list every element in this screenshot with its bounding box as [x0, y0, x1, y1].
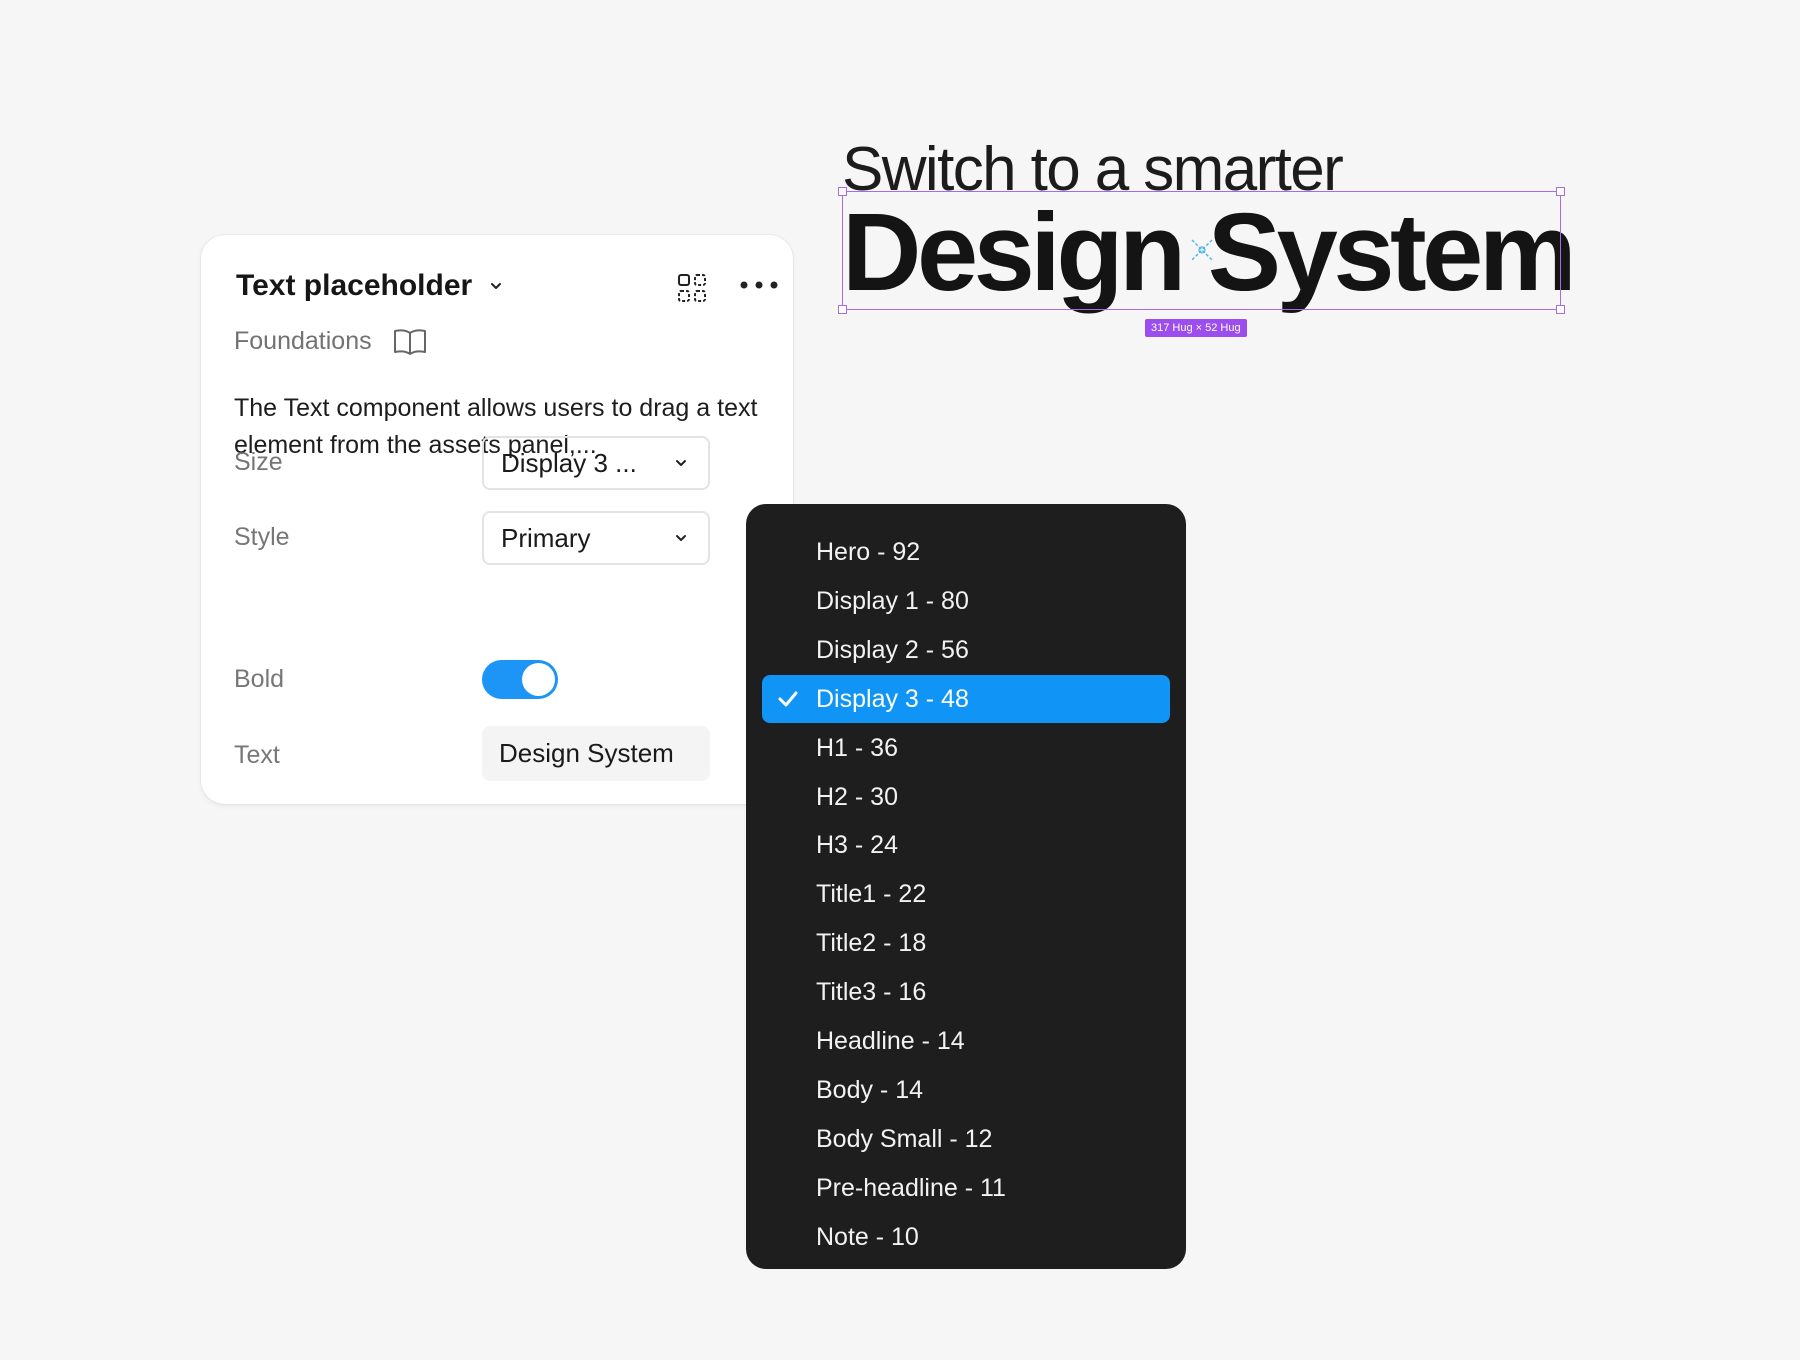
- more-icon[interactable]: [739, 279, 779, 291]
- dropdown-item[interactable]: H2 - 30: [762, 773, 1170, 821]
- book-icon[interactable]: [392, 328, 428, 356]
- dropdown-item[interactable]: Note - 10: [762, 1213, 1170, 1261]
- text-label: Text: [234, 741, 280, 769]
- dropdown-item-label: Pre-headline - 11: [816, 1173, 1006, 1202]
- dropdown-item[interactable]: Display 3 - 48: [762, 674, 1170, 723]
- dropdown-item-label: H1 - 36: [816, 733, 898, 762]
- resize-handle-bottom-left[interactable]: [838, 305, 847, 314]
- toggle-knob: [522, 663, 555, 696]
- qr-code-icon[interactable]: [677, 273, 707, 303]
- resize-handle-top-right[interactable]: [1556, 187, 1565, 196]
- dropdown-item-label: H3 - 24: [816, 831, 898, 860]
- text-input[interactable]: Design System: [482, 726, 710, 781]
- dropdown-item-label: Title2 - 18: [816, 929, 927, 958]
- dropdown-item-label: Hero - 92: [816, 538, 921, 566]
- dropdown-item-label: Display 3 - 48: [816, 684, 969, 713]
- style-select-value: Primary: [501, 522, 591, 553]
- dropdown-item[interactable]: Body - 14: [762, 1066, 1170, 1114]
- dropdown-item[interactable]: H1 - 36: [762, 724, 1170, 772]
- dropdown-item-label: Body Small - 12: [816, 1124, 993, 1153]
- size-label: Size: [234, 448, 283, 476]
- chevron-down-icon: [676, 535, 686, 541]
- properties-panel: Text placeholder Foundations The Text co…: [201, 235, 793, 804]
- dropdown-item-label: Headline - 14: [816, 1027, 965, 1055]
- move-cursor-icon: [1191, 239, 1213, 261]
- dropdown-item[interactable]: Display 1 - 80: [762, 577, 1170, 625]
- size-select-value: Display 3 ...: [501, 447, 637, 478]
- dropdown-item-label: Display 1 - 80: [816, 586, 969, 615]
- size-badge: 317 Hug × 52 Hug: [1145, 319, 1247, 337]
- library-name: Foundations: [234, 327, 428, 356]
- dropdown-item[interactable]: Title2 - 18: [762, 919, 1170, 967]
- dropdown-item-label: Title1 - 22: [816, 880, 927, 909]
- dropdown-item-label: H2 - 30: [816, 782, 898, 811]
- dropdown-item-label: Display 2 - 56: [816, 635, 969, 664]
- style-label: Style: [234, 523, 290, 551]
- library-label: Foundations: [234, 327, 372, 355]
- dropdown-item-label: Note - 10: [816, 1222, 919, 1251]
- dropdown-item[interactable]: Body Small - 12: [762, 1115, 1170, 1163]
- chevron-down-icon[interactable]: [488, 278, 504, 294]
- dropdown-item[interactable]: Hero - 92: [762, 528, 1170, 576]
- dropdown-item[interactable]: Pre-headline - 11: [762, 1164, 1170, 1212]
- resize-handle-bottom-right[interactable]: [1556, 305, 1565, 314]
- dropdown-item-label: Title3 - 16: [816, 978, 927, 1007]
- dropdown-item-label: Body - 14: [816, 1075, 924, 1104]
- size-select[interactable]: Display 3 ...: [482, 436, 710, 490]
- bold-label: Bold: [234, 665, 285, 693]
- chevron-down-icon: [676, 460, 686, 466]
- bold-toggle[interactable]: [482, 660, 558, 699]
- resize-handle-top-left[interactable]: [838, 187, 847, 196]
- size-dropdown-menu: Hero - 92 Display 1 - 80 Display 2 - 56 Dis…: [746, 504, 1186, 1269]
- component-title[interactable]: Text placeholder: [236, 269, 504, 303]
- component-title-label: Text placeholder: [236, 269, 473, 302]
- dropdown-item[interactable]: Title3 - 16: [762, 968, 1170, 1016]
- style-select[interactable]: Primary: [482, 511, 710, 565]
- dropdown-item[interactable]: Display 2 - 56: [762, 626, 1170, 674]
- dropdown-item[interactable]: H3 - 24: [762, 821, 1170, 869]
- dropdown-item[interactable]: Title1 - 22: [762, 870, 1170, 918]
- dropdown-item[interactable]: Headline - 14: [762, 1017, 1170, 1065]
- check-icon: [778, 691, 798, 707]
